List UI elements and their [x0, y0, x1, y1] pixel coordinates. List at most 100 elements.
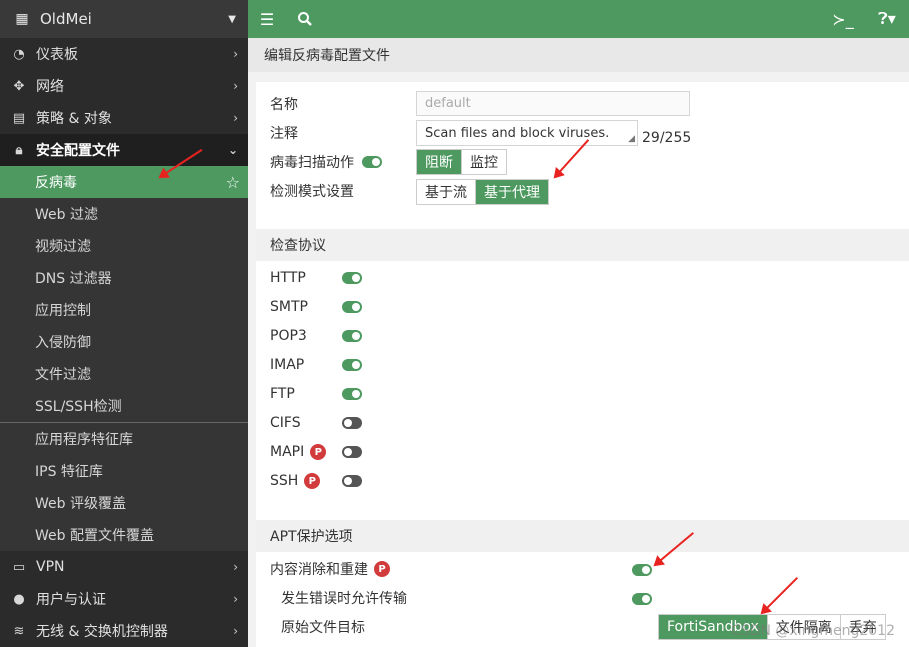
search-icon[interactable]: [286, 0, 324, 38]
protocol-row: SSH P: [270, 471, 362, 491]
sidebar-sub-ips[interactable]: 入侵防御: [0, 326, 248, 358]
inspection-mode-row: 检测模式设置: [270, 178, 354, 204]
allow-transmit-toggle[interactable]: [632, 593, 652, 605]
original-file-dest-row: 原始文件目标: [281, 617, 365, 637]
protocol-row: MAPI P: [270, 442, 362, 462]
sidebar-sub-label: 入侵防御: [35, 335, 91, 351]
chevron-right-icon: ›: [233, 624, 238, 638]
protocol-name: MAPI: [270, 444, 305, 460]
protocol-name: CIFS: [270, 415, 301, 431]
help-icon[interactable]: ❓︎▾: [865, 0, 909, 38]
cli-console-icon[interactable]: ≻_: [821, 0, 865, 38]
protocol-smtp-toggle[interactable]: [342, 301, 362, 313]
sidebar-item-label: 策略 & 对象: [36, 111, 112, 127]
protocol-ssh-toggle[interactable]: [342, 475, 362, 487]
sidebar-sub-video-filter[interactable]: 视频过滤: [0, 230, 248, 262]
protocol-cifs-toggle[interactable]: [342, 417, 362, 429]
sidebar-sub-app-signatures[interactable]: 应用程序特征库: [0, 423, 248, 455]
protocol-row: IMAP: [270, 355, 362, 375]
sidebar-item-label: 安全配置文件: [36, 143, 120, 159]
protocol-row: POP3: [270, 326, 362, 346]
cdr-row: 内容消除和重建 P: [270, 559, 390, 579]
resize-handle-icon[interactable]: ◢: [628, 134, 635, 144]
protocol-name: POP3: [270, 328, 307, 344]
inspection-flow-option[interactable]: 基于流: [417, 180, 476, 204]
sidebar-item-label: 用户与认证: [36, 592, 106, 608]
protocol-mapi-toggle[interactable]: [342, 446, 362, 458]
protocol-ftp-toggle[interactable]: [342, 388, 362, 400]
sidebar-item-security-profiles[interactable]: 🔒︎ 安全配置文件 ⌄: [0, 134, 248, 166]
dashboard-icon: ◔: [13, 46, 25, 62]
sidebar-item-dashboard[interactable]: ◔ 仪表板 ›: [0, 38, 248, 70]
inspection-proxy-option[interactable]: 基于代理: [476, 180, 548, 204]
chevron-down-icon: ▼: [228, 13, 236, 25]
page-title: 编辑反病毒配置文件: [248, 38, 909, 72]
sidebar-sub-antivirus[interactable]: 反病毒 ☆: [0, 166, 248, 198]
top-bar: ☰ ≻_ ❓︎▾: [248, 0, 909, 38]
original-file-dest-label: 原始文件目标: [281, 620, 365, 636]
menu-icon[interactable]: ☰: [248, 0, 286, 38]
network-icon: ✥: [13, 78, 25, 94]
sidebar-sub-label: Web 配置文件覆盖: [35, 528, 154, 544]
chevron-down-icon: ⌄: [227, 143, 238, 157]
sidebar-sub-web-rating-overrides[interactable]: Web 评级覆盖: [0, 487, 248, 519]
fortinet-logo-icon: ▦: [15, 11, 29, 27]
lock-icon: 🔒︎: [15, 142, 23, 158]
protocol-row: SMTP: [270, 297, 362, 317]
user-icon: ●: [13, 591, 25, 607]
sidebar-item-label: 仪表板: [36, 47, 78, 63]
inspection-mode-label: 检测模式设置: [270, 184, 354, 200]
brand-name: OldMei: [40, 10, 92, 28]
scan-action-monitor-option[interactable]: 监控: [462, 150, 506, 174]
sidebar-item-label: 网络: [36, 79, 64, 95]
chevron-right-icon: ›: [233, 111, 238, 125]
scan-action-row: 病毒扫描动作: [270, 149, 382, 175]
protocol-imap-toggle[interactable]: [342, 359, 362, 371]
sidebar-item-user-auth[interactable]: ● 用户与认证 ›: [0, 583, 248, 615]
chevron-right-icon: ›: [233, 560, 238, 574]
chevron-right-icon: ›: [233, 592, 238, 606]
brand-header[interactable]: ▦ OldMei ▼: [0, 0, 248, 38]
sidebar-sub-file-filter[interactable]: 文件过滤: [0, 358, 248, 390]
premium-badge: P: [374, 561, 390, 577]
comment-counter: 29/255: [642, 130, 692, 146]
sidebar-item-wifi-switch[interactable]: ≋ 无线 & 交换机控制器 ›: [0, 615, 248, 647]
sidebar-sub-web-profile-overrides[interactable]: Web 配置文件覆盖: [0, 519, 248, 551]
sidebar-sub-label: SSL/SSH检测: [35, 399, 122, 415]
scan-action-block-option[interactable]: 阻断: [417, 150, 462, 174]
comment-textarea[interactable]: Scan files and block viruses. ◢: [416, 120, 638, 146]
comment-text: Scan files and block viruses.: [425, 125, 610, 141]
comment-row: 注释: [270, 120, 298, 146]
name-label: 名称: [270, 97, 298, 113]
sidebar-sub-label: 反病毒: [35, 175, 77, 191]
premium-badge: P: [304, 473, 321, 489]
sidebar-sub-label: 应用控制: [35, 303, 91, 319]
scan-action-selector: 阻断 监控: [416, 149, 507, 175]
apt-section-header: APT保护选项: [256, 520, 909, 552]
protocol-pop3-toggle[interactable]: [342, 330, 362, 342]
star-icon[interactable]: ☆: [226, 173, 240, 192]
protocol-http-toggle[interactable]: [342, 272, 362, 284]
laptop-icon: ▭: [12, 559, 26, 575]
scan-action-toggle[interactable]: [362, 156, 382, 168]
watermark: CSDN @xingmeng2012: [731, 623, 895, 639]
chevron-right-icon: ›: [233, 79, 238, 93]
sidebar-sub-ips-signatures[interactable]: IPS 特征库: [0, 455, 248, 487]
wifi-icon: ≋: [13, 623, 25, 639]
sidebar-item-network[interactable]: ✥ 网络 ›: [0, 70, 248, 102]
sidebar-item-policy[interactable]: ▤ 策略 & 对象 ›: [0, 102, 248, 134]
sidebar: ▦ OldMei ▼ ◔ 仪表板 › ✥ 网络 › ▤ 策略 & 对象 › 🔒︎…: [0, 0, 248, 647]
sidebar-sub-ssl-ssh[interactable]: SSL/SSH检测: [0, 390, 248, 422]
policy-icon: ▤: [12, 110, 26, 126]
sidebar-sub-web-filter[interactable]: Web 过滤: [0, 198, 248, 230]
sidebar-item-label: VPN: [36, 559, 65, 575]
protocol-name: IMAP: [270, 357, 305, 373]
name-input[interactable]: default: [416, 91, 690, 116]
protocol-name: FTP: [270, 386, 295, 402]
sidebar-sub-dns-filter[interactable]: DNS 过滤器: [0, 262, 248, 294]
allow-transmit-label: 发生错误时允许传输: [281, 591, 407, 607]
scan-action-label: 病毒扫描动作: [270, 155, 354, 171]
sidebar-item-vpn[interactable]: ▭ VPN ›: [0, 551, 248, 583]
cdr-toggle[interactable]: [632, 564, 652, 576]
sidebar-sub-app-control[interactable]: 应用控制: [0, 294, 248, 326]
